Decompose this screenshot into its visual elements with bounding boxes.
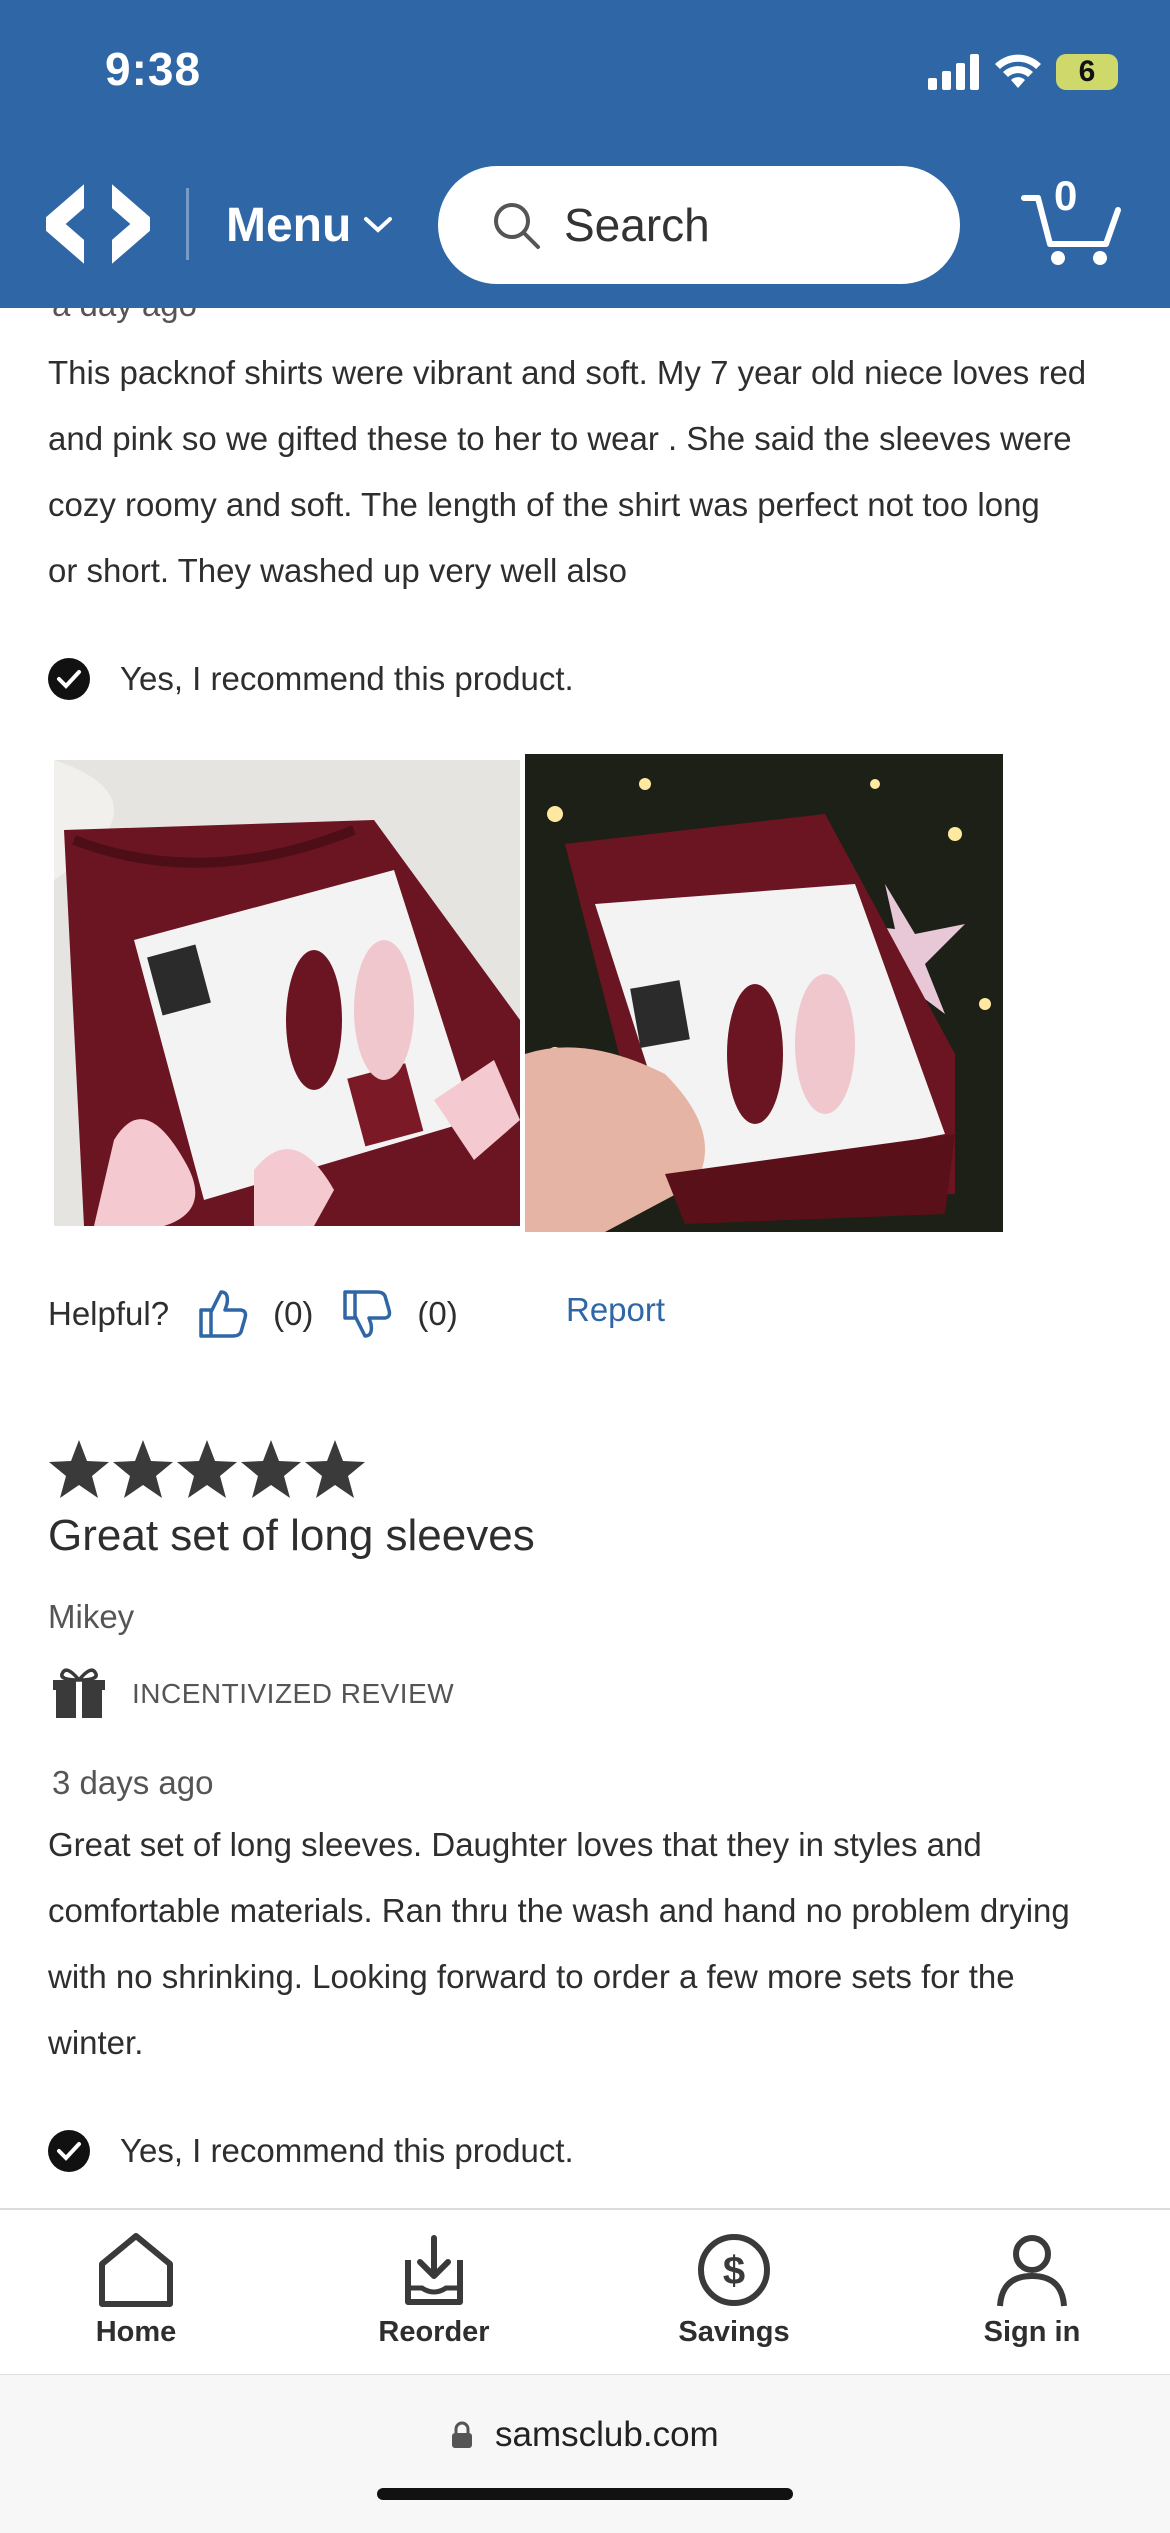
search-icon (494, 203, 540, 249)
chevron-down-icon (364, 217, 393, 233)
checkmark-icon (48, 658, 90, 700)
search-placeholder: Search (564, 199, 710, 251)
home-indicator (377, 2488, 793, 2500)
recommend-row: Yes, I recommend this product. (48, 658, 574, 700)
review-body-line: and pink so we gifted these to her to we… (48, 420, 1072, 457)
menu-label: Menu (226, 198, 352, 252)
nav-sign-in-label: Sign in (983, 2316, 1081, 2348)
helpful-down-count: (0) (417, 1295, 458, 1332)
review-body-line: This packnof shirts were vibrant and sof… (48, 354, 1087, 391)
reorder-icon (405, 2235, 463, 2305)
status-time: 9:38 (105, 43, 202, 95)
incentivized-label: INCENTIVIZED REVIEW (132, 1678, 455, 1709)
nav-home-label: Home (95, 2316, 177, 2348)
header-divider (186, 188, 189, 260)
nav-reorder-label: Reorder (378, 2316, 490, 2348)
review-body: Great set of long sleeves. Daughter love… (48, 1812, 1138, 2076)
battery-indicator: 6 (1056, 54, 1118, 90)
shirt-package-tree-image (525, 754, 1003, 1232)
review-body-line: cozy roomy and soft. The length of the s… (48, 486, 1040, 523)
url-display: samsclub.com (0, 2415, 1170, 2455)
review-photo-1[interactable] (54, 760, 520, 1226)
gift-icon (53, 1668, 105, 1718)
browser-url-bar[interactable]: samsclub.com (0, 2374, 1170, 2533)
thumbs-down-icon[interactable] (341, 1288, 393, 1340)
star-icon (49, 1440, 109, 1498)
svg-text:$: $ (723, 2249, 745, 2293)
helpful-row: Helpful? (0) (0) (48, 1288, 458, 1340)
review-date: 3 days ago (52, 1764, 214, 1801)
shirt-package-image (54, 760, 520, 1226)
nav-reorder[interactable]: Reorder (334, 2232, 534, 2349)
recommend-text: Yes, I recommend this product. (120, 2132, 574, 2169)
menu-button[interactable]: Menu (226, 195, 393, 255)
review-body-line: comfortable materials. Ran thru the wash… (48, 1892, 1070, 1929)
star-icon (241, 1440, 301, 1498)
star-rating (48, 1438, 366, 1500)
nav-sign-in[interactable]: Sign in (932, 2232, 1132, 2349)
review-body-line: Great set of long sleeves. Daughter love… (48, 1826, 982, 1863)
signal-icon (928, 54, 979, 90)
checkmark-icon (48, 2130, 90, 2172)
review-body-line: or short. They washed up very well also (48, 552, 627, 589)
helpful-up-count: (0) (273, 1295, 314, 1332)
star-icon (113, 1440, 173, 1498)
savings-icon: $ (698, 2234, 770, 2306)
nav-savings[interactable]: $ Savings (634, 2232, 834, 2349)
review-body: This packnof shirts were vibrant and sof… (48, 340, 1138, 604)
nav-savings-label: Savings (678, 2316, 790, 2348)
recommend-text: Yes, I recommend this product. (120, 660, 574, 697)
person-icon (997, 2235, 1067, 2307)
lock-icon (452, 2421, 473, 2448)
helpful-label: Helpful? (48, 1295, 170, 1332)
review-photo-2[interactable] (525, 754, 1003, 1232)
status-icons: 6 (928, 48, 1118, 96)
review-date: a day ago (52, 308, 197, 324)
app-header: 9:38 6 Menu Search 0 (0, 0, 1170, 308)
search-input[interactable]: Search (438, 166, 960, 284)
recommend-row: Yes, I recommend this product. (48, 2130, 574, 2172)
review-body-line: winter. (48, 2024, 144, 2061)
home-icon (99, 2233, 173, 2307)
incentivized-badge: INCENTIVIZED REVIEW (52, 1666, 454, 1722)
samsclub-logo-icon[interactable] (46, 180, 150, 268)
review-author: Mikey (48, 1598, 135, 1635)
nav-home[interactable]: Home (36, 2232, 236, 2349)
bottom-nav: Home Reorder $ Savings Sign in (0, 2208, 1170, 2376)
reviews-content: a day ago This packnof shirts were vibra… (0, 308, 1170, 2208)
url-text: samsclub.com (495, 2415, 719, 2454)
thumbs-up-icon[interactable] (197, 1288, 249, 1340)
review-title: Great set of long sleeves (48, 1511, 535, 1560)
review-body-line: with no shrinking. Looking forward to or… (48, 1958, 1015, 1995)
star-icon (177, 1440, 237, 1498)
wifi-icon (995, 54, 1041, 88)
cart-count-badge: 0 (1054, 172, 1078, 219)
report-link[interactable]: Report (566, 1291, 665, 1329)
star-icon (305, 1440, 365, 1498)
